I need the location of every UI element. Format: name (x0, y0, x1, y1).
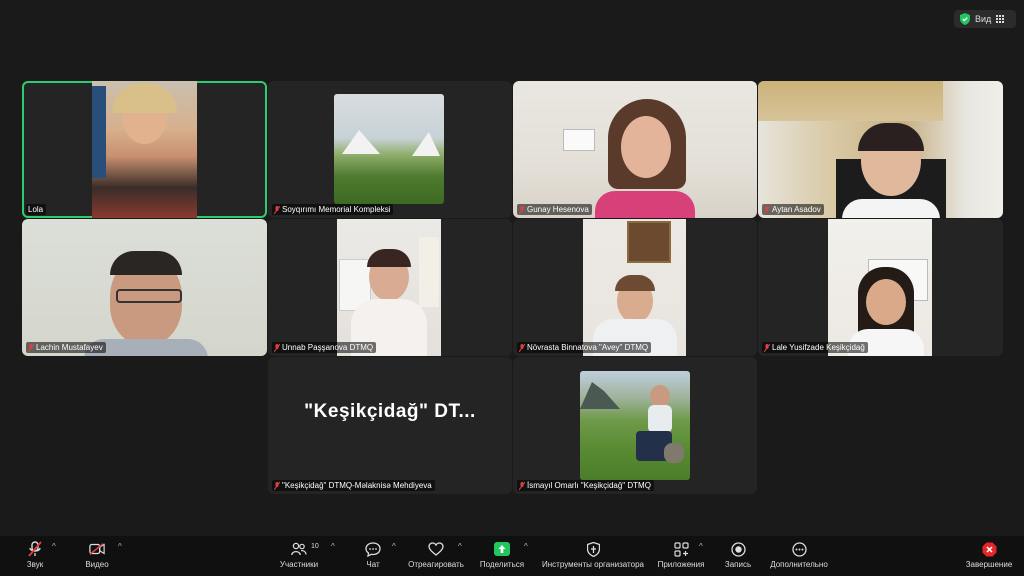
participant-video (583, 219, 686, 356)
participants-options-chevron-icon[interactable]: ^ (331, 542, 335, 551)
video-tile-novrasta[interactable]: Növrasta Binnatova "Avey" DTMQ (513, 219, 757, 356)
more-button[interactable]: Дополнительно (769, 541, 829, 569)
participant-name: Soyqırımı Memorial Kompleksi (272, 204, 394, 215)
muted-mic-icon (519, 481, 525, 490)
muted-mic-icon (28, 541, 42, 557)
video-tile-melaknise[interactable]: "Keşikçidağ" DT... "Keşikçidağ" DTMQ-Məl… (268, 357, 512, 494)
react-options-chevron-icon[interactable]: ^ (458, 542, 462, 551)
participant-video (334, 94, 444, 204)
participant-display-name: "Keşikçidağ" DT... (304, 401, 476, 422)
participant-name: Aytan Asadov (762, 204, 824, 215)
apps-options-chevron-icon[interactable]: ^ (699, 542, 703, 551)
end-icon (982, 542, 996, 556)
react-label: Отреагировать (408, 560, 464, 569)
apps-icon (673, 541, 689, 557)
chat-icon (365, 541, 381, 557)
audio-button[interactable]: Звук (5, 541, 65, 569)
participant-name: Növrasta Binnatova "Avey" DTMQ (517, 342, 652, 353)
react-button[interactable]: Отреагировать (406, 541, 466, 569)
participant-video (92, 81, 197, 218)
record-icon (730, 541, 746, 557)
share-button[interactable]: Поделиться (472, 541, 532, 569)
video-tile-lachin[interactable]: Lachin Mustafayev (22, 219, 267, 356)
participants-label: Участники (279, 560, 319, 569)
video-off-icon (89, 543, 105, 555)
record-label: Запись (724, 560, 752, 569)
participant-video (513, 81, 757, 218)
shield-check-icon (960, 13, 970, 25)
grid-icon (996, 14, 1005, 24)
video-label: Видео (85, 560, 109, 569)
audio-label: Звук (26, 560, 44, 569)
video-tile-unnab[interactable]: Unnab Paşşanova DTMQ (268, 219, 512, 356)
meeting-toolbar: Звук ^ Видео ^ Участники 10 ^ Чат ^ Отре… (0, 536, 1024, 576)
end-meeting-button[interactable]: Завершение (959, 541, 1019, 569)
view-label: Вид (975, 14, 992, 24)
video-tile-ismayil[interactable]: İsmayıl Omarlı "Keşikçidağ" DTMQ (513, 357, 757, 494)
participant-name: Lale Yusifzade Keşikçidağ (762, 342, 868, 353)
muted-mic-icon (28, 343, 34, 352)
more-label: Дополнительно (770, 560, 828, 569)
audio-options-chevron-icon[interactable]: ^ (52, 542, 56, 551)
participants-button[interactable]: Участники (269, 541, 329, 569)
participants-count: 10 (311, 543, 319, 550)
participant-name: Unnab Paşşanova DTMQ (272, 342, 377, 353)
share-options-chevron-icon[interactable]: ^ (524, 542, 528, 551)
participant-name: İsmayıl Omarlı "Keşikçidağ" DTMQ (517, 480, 654, 491)
record-button[interactable]: Запись (708, 541, 768, 569)
participant-name: "Keşikçidağ" DTMQ-Məlaknisə Mehdiyeva (272, 480, 435, 491)
host-tools-label: Инструменты организатора (542, 560, 644, 569)
heart-icon (428, 542, 444, 556)
video-tile-memorial[interactable]: Soyqırımı Memorial Kompleksi (268, 81, 512, 218)
video-tile-gunay[interactable]: Gunay Hesenova (513, 81, 757, 218)
participant-video (337, 219, 441, 356)
share-screen-icon (494, 542, 510, 556)
muted-mic-icon (274, 343, 280, 352)
muted-mic-icon (274, 481, 280, 490)
video-tile-lale[interactable]: Lale Yusifzade Keşikçidağ (758, 219, 1003, 356)
chat-label: Чат (366, 560, 380, 569)
view-button[interactable]: Вид (954, 10, 1016, 28)
muted-mic-icon (519, 343, 525, 352)
more-icon (791, 541, 807, 557)
muted-mic-icon (274, 205, 280, 214)
window-background (92, 86, 106, 178)
video-options-chevron-icon[interactable]: ^ (118, 542, 122, 551)
participant-video (828, 219, 932, 356)
participant-name: Gunay Hesenova (517, 204, 592, 215)
end-label: Завершение (965, 560, 1013, 569)
muted-mic-icon (764, 343, 770, 352)
participant-video (580, 371, 690, 480)
host-tools-button[interactable]: Инструменты организатора (538, 541, 648, 569)
chat-options-chevron-icon[interactable]: ^ (392, 542, 396, 551)
apps-label: Приложения (657, 560, 705, 569)
participant-video (758, 81, 1003, 218)
participant-video (22, 219, 267, 356)
participant-name: Lola (26, 204, 47, 215)
participant-name: Lachin Mustafayev (26, 342, 106, 353)
muted-mic-icon (764, 205, 770, 214)
muted-mic-icon (519, 205, 525, 214)
share-label: Поделиться (479, 560, 525, 569)
shield-icon (586, 541, 600, 557)
video-tile-aytan[interactable]: Aytan Asadov (758, 81, 1003, 218)
participants-icon (291, 542, 307, 556)
video-tile-lola[interactable]: Lola (22, 81, 267, 218)
